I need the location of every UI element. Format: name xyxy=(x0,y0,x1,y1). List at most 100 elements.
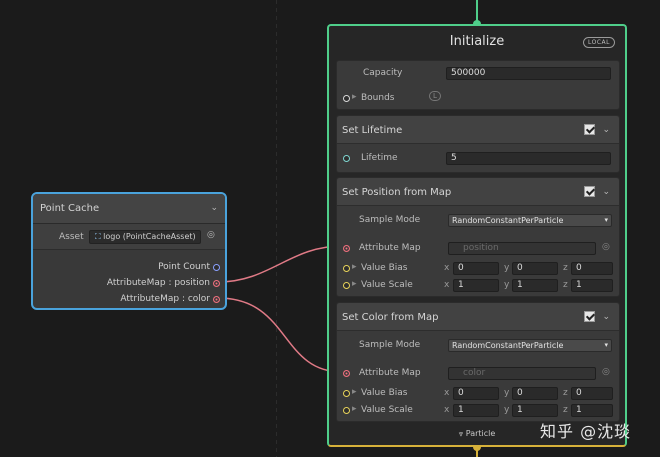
value-scale-port[interactable] xyxy=(343,282,350,289)
lifetime-field[interactable]: 5 xyxy=(446,152,611,165)
output-port[interactable] xyxy=(213,295,220,303)
expand-arrow-icon[interactable]: ▸ xyxy=(352,404,357,414)
lifetime-row: Lifetime 5 xyxy=(337,151,619,167)
value-scale-port[interactable] xyxy=(343,407,350,414)
axis-y-label: y xyxy=(504,405,510,415)
value-bias-row: ▸ Value Bias x 0 y 0 z 0 xyxy=(337,386,619,402)
expand-arrow-icon[interactable]: ▸ xyxy=(352,92,357,102)
attribute-map-label: Attribute Map xyxy=(359,368,421,378)
sample-mode-row: Sample Mode RandomConstantPerParticle ▾ xyxy=(337,338,619,354)
attribute-map-port[interactable] xyxy=(343,370,350,377)
sample-mode-dropdown[interactable]: RandomConstantPerParticle ▾ xyxy=(448,339,612,352)
value-bias-row: ▸ Value Bias x 0 y 0 z 0 xyxy=(337,261,619,277)
enable-checkbox[interactable] xyxy=(584,186,595,197)
value-bias-label: Value Bias xyxy=(361,388,408,398)
sample-mode-label: Sample Mode xyxy=(359,215,421,225)
output-attribute-color: AttributeMap : color xyxy=(120,294,220,304)
sample-mode-row: Sample Mode RandomConstantPerParticle ▾ xyxy=(337,213,619,229)
capacity-field[interactable]: 500000 xyxy=(446,67,611,80)
asset-row: Asset ⛶ logo (PointCacheAsset) ◎ xyxy=(33,224,225,250)
value-scale-y[interactable]: 1 xyxy=(512,404,558,417)
object-picker-icon[interactable]: ◎ xyxy=(207,230,215,240)
set-lifetime-block[interactable]: Set Lifetime ⌄ Lifetime 5 xyxy=(336,115,620,173)
value-scale-row: ▸ Value Scale x 1 y 1 z 1 xyxy=(337,278,619,294)
attribute-map-field[interactable]: position xyxy=(448,242,596,255)
output-point-count: Point Count xyxy=(158,262,220,272)
color-wire xyxy=(217,297,343,373)
block-header: Set Position from Map ⌄ xyxy=(337,178,619,206)
expand-arrow-icon[interactable]: ▸ xyxy=(352,387,357,397)
value-scale-label: Value Scale xyxy=(361,280,413,290)
set-color-block[interactable]: Set Color from Map ⌄ Sample Mode RandomC… xyxy=(336,302,620,422)
chevron-down-icon[interactable]: ⌄ xyxy=(602,312,610,322)
value-scale-z[interactable]: 1 xyxy=(571,404,613,417)
axis-z-label: z xyxy=(563,388,568,398)
chevron-down-icon[interactable]: ⌄ xyxy=(210,203,218,213)
lifetime-label: Lifetime xyxy=(361,153,398,163)
value-bias-port[interactable] xyxy=(343,265,350,272)
value-scale-y[interactable]: 1 xyxy=(512,279,558,292)
set-position-block[interactable]: Set Position from Map ⌄ Sample Mode Rand… xyxy=(336,177,620,297)
initialize-settings-panel: Capacity 500000 ▸ Bounds L xyxy=(336,60,620,110)
position-wire xyxy=(217,245,343,283)
value-scale-z[interactable]: 1 xyxy=(571,279,613,292)
space-toggle-icon[interactable]: L xyxy=(429,91,441,101)
object-picker-icon[interactable]: ◎ xyxy=(602,242,610,252)
enable-checkbox[interactable] xyxy=(584,124,595,135)
value-scale-x[interactable]: 1 xyxy=(453,404,499,417)
dropdown-value: RandomConstantPerParticle xyxy=(452,341,564,350)
output-label: AttributeMap : color xyxy=(120,294,210,304)
axis-x-label: x xyxy=(444,280,450,290)
block-title: Set Lifetime xyxy=(342,125,403,136)
expand-arrow-icon[interactable]: ▸ xyxy=(352,279,357,289)
capacity-label: Capacity xyxy=(363,68,403,78)
axis-y-label: y xyxy=(504,280,510,290)
chevron-down-icon[interactable]: ⌄ xyxy=(602,187,610,197)
attribute-map-row: Attribute Map color ◎ xyxy=(337,366,619,382)
local-space-badge[interactable]: LOCAL xyxy=(583,37,615,48)
output-label: Point Count xyxy=(158,262,210,272)
particle-label: Particle xyxy=(465,429,496,438)
sample-mode-label: Sample Mode xyxy=(359,340,421,350)
attribute-map-field[interactable]: color xyxy=(448,367,596,380)
block-title: Set Color from Map xyxy=(342,312,439,323)
bounds-row: ▸ Bounds L xyxy=(337,91,619,107)
point-cache-header[interactable]: Point Cache ⌄ xyxy=(33,194,225,224)
value-bias-y[interactable]: 0 xyxy=(512,262,558,275)
axis-z-label: z xyxy=(563,405,568,415)
object-picker-icon[interactable]: ◎ xyxy=(602,367,610,377)
attribute-map-row: Attribute Map position ◎ xyxy=(337,241,619,257)
lifetime-port[interactable] xyxy=(343,155,350,162)
point-cache-title: Point Cache xyxy=(40,203,100,214)
dropdown-arrow-icon: ▾ xyxy=(604,216,608,224)
block-header: Set Color from Map ⌄ xyxy=(337,303,619,331)
value-bias-port[interactable] xyxy=(343,390,350,397)
attribute-map-port[interactable] xyxy=(343,245,350,252)
axis-x-label: x xyxy=(444,388,450,398)
enable-checkbox[interactable] xyxy=(584,311,595,322)
value-bias-z[interactable]: 0 xyxy=(571,387,613,400)
value-bias-x[interactable]: 0 xyxy=(453,387,499,400)
capacity-row: Capacity 500000 xyxy=(337,66,619,82)
value-scale-x[interactable]: 1 xyxy=(453,279,499,292)
attribute-map-label: Attribute Map xyxy=(359,243,421,253)
value-bias-x[interactable]: 0 xyxy=(453,262,499,275)
output-port[interactable] xyxy=(213,263,220,271)
bounds-label: Bounds xyxy=(361,93,395,103)
point-cache-node[interactable]: Point Cache ⌄ Asset ⛶ logo (PointCacheAs… xyxy=(31,192,227,310)
context-title: Initialize xyxy=(449,34,505,49)
asset-value: logo (PointCacheAsset) xyxy=(103,232,196,241)
value-bias-z[interactable]: 0 xyxy=(571,262,613,275)
output-label: AttributeMap : position xyxy=(106,278,210,288)
value-bias-label: Value Bias xyxy=(361,263,408,273)
value-bias-y[interactable]: 0 xyxy=(512,387,558,400)
expand-arrow-icon[interactable]: ▸ xyxy=(352,262,357,272)
bounds-port[interactable] xyxy=(343,95,350,102)
output-port[interactable] xyxy=(213,279,220,287)
axis-y-label: y xyxy=(504,263,510,273)
chevron-down-icon[interactable]: ⌄ xyxy=(602,125,610,135)
initialize-context[interactable]: Initialize LOCAL Capacity 500000 ▸ Bound… xyxy=(327,24,627,447)
output-attribute-position: AttributeMap : position xyxy=(107,278,220,288)
asset-field[interactable]: ⛶ logo (PointCacheAsset) xyxy=(89,230,201,244)
sample-mode-dropdown[interactable]: RandomConstantPerParticle ▾ xyxy=(448,214,612,227)
